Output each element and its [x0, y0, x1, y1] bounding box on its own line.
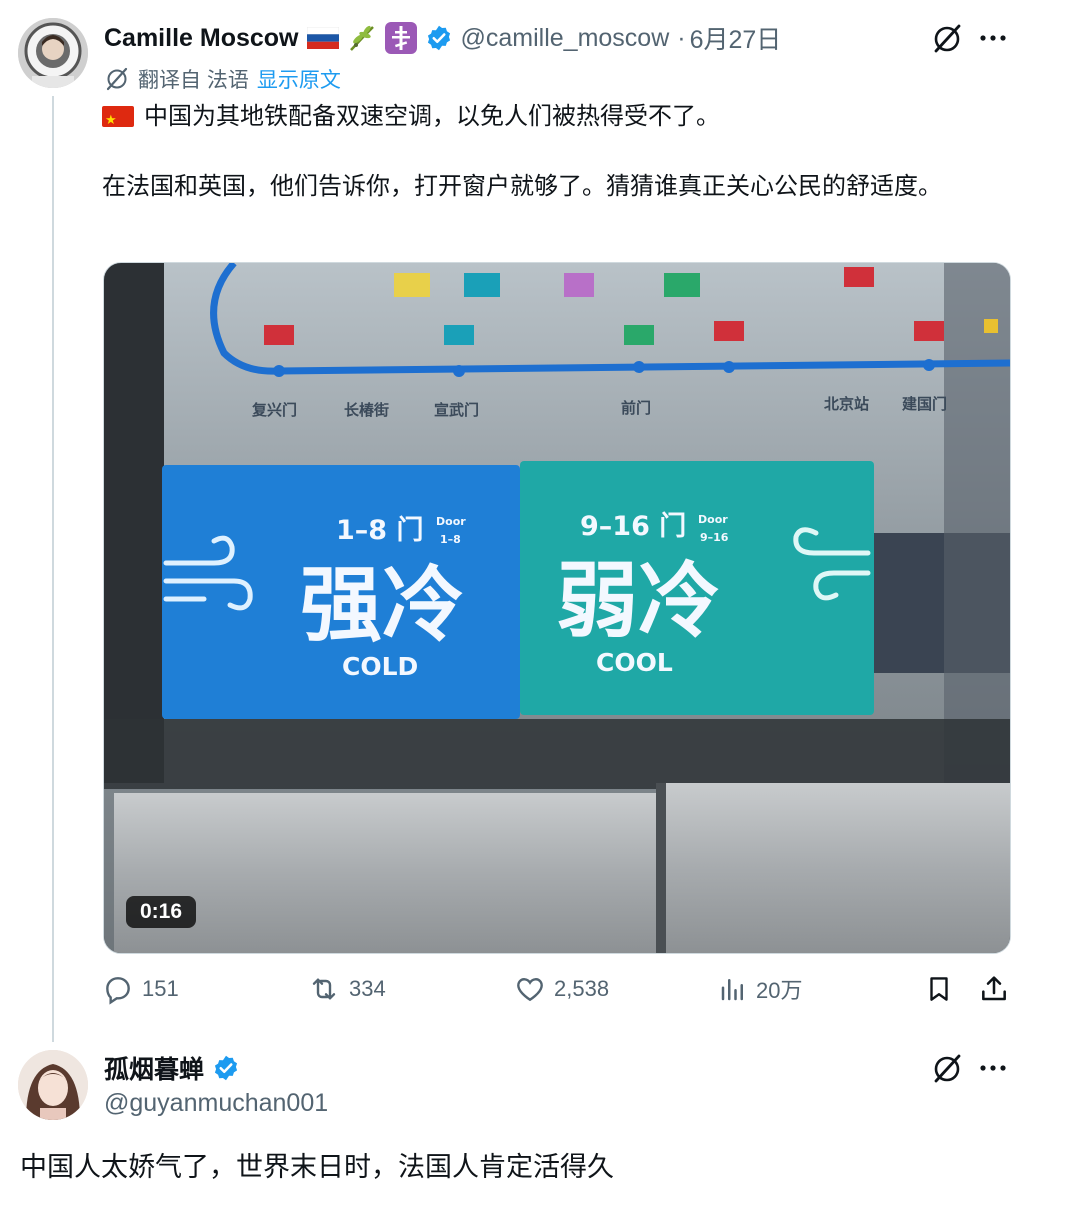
sign-right-en: COOL [596, 648, 673, 677]
station-label-7: 建国门 [902, 395, 947, 413]
reply-more-options-icon[interactable] [978, 1056, 1008, 1080]
show-original-link[interactable]: 显示原文 [257, 64, 341, 94]
reply-author-name[interactable]: 孤烟暮蝉 [104, 1050, 204, 1086]
views-button[interactable]: 20万 [718, 973, 802, 1005]
reply-avatar[interactable] [18, 1050, 88, 1120]
retweet-icon [312, 978, 336, 1000]
reply-count: 151 [142, 976, 179, 1001]
tweet-date[interactable]: 6月27日 [690, 20, 782, 56]
flag-russia-icon [306, 27, 339, 49]
retweet-button[interactable]: 334 [307, 973, 386, 1005]
reply-grok-icon[interactable] [930, 1052, 964, 1086]
reply-verified-badge-icon [212, 1054, 240, 1082]
station-label-1: 复兴门 [251, 401, 297, 419]
tweet-header: Camille Moscow @camille_moscow · 6月27日 [104, 20, 781, 56]
sign-left-doors: 1–8 门 [336, 515, 423, 546]
grok-icon[interactable] [930, 22, 964, 56]
tweet-text-line2: 在法国和英国，他们告诉你，打开窗户就够了。猜猜谁真正关心公民的舒适度。 [102, 172, 942, 200]
tweet-text-line1: 中国为其地铁配备双速空调，以免人们被热得受不了。 [144, 102, 720, 130]
video-duration: 0:16 [126, 896, 197, 928]
more-options-icon[interactable] [978, 26, 1008, 50]
video-player[interactable]: 复兴门 长椿街 宣武门 前门 北京站 建国门 1–8 门 Door 1–8 强冷… [103, 262, 1011, 954]
thread-connector-line [52, 96, 54, 1042]
like-count: 2,538 [554, 976, 610, 1001]
translate-icon [104, 66, 130, 92]
orthodox-cross-icon [384, 22, 417, 54]
sign-left-en: COLD [342, 652, 418, 681]
flag-china-icon [102, 103, 134, 139]
sign-right-door-range-en: 9–16 [700, 531, 729, 544]
view-count: 20万 [756, 978, 803, 1003]
share-icon [982, 976, 1006, 1001]
action-bar: 151 334 2,538 20万 [102, 973, 1012, 1017]
station-label-3: 宣武门 [434, 401, 479, 419]
author-handle[interactable]: @camille_moscow [461, 24, 670, 53]
bookmark-icon [930, 977, 948, 1001]
translation-notice: 翻译自 法语 显示原文 [104, 64, 341, 94]
share-button[interactable] [978, 973, 1010, 1005]
station-label-2: 长椿街 [344, 401, 389, 419]
retweet-count: 334 [349, 976, 386, 1001]
dot-separator: · [677, 23, 686, 52]
tweet-text: 中国为其地铁配备双速空调，以免人们被热得受不了。 在法国和英国，他们告诉你，打开… [102, 98, 982, 204]
avatar[interactable] [18, 18, 88, 88]
station-label-4: 前门 [621, 399, 651, 417]
sign-right-doors: 9–16 门 [580, 511, 686, 542]
sign-left-cn: 强冷 [300, 558, 464, 653]
translated-from-label: 翻译自 法语 [138, 69, 249, 92]
sign-right-door-en: Door [698, 513, 728, 526]
station-label-6: 北京站 [824, 395, 869, 413]
views-icon [721, 979, 743, 1001]
reply-button[interactable]: 151 [102, 973, 179, 1005]
sign-left-door-en: Door [436, 515, 466, 528]
bookmark-button[interactable] [924, 973, 954, 1005]
olive-branch-icon [347, 23, 377, 53]
reply-text: 中国人太娇气了，世界末日时，法国人肯定活得久 [20, 1152, 614, 1183]
video-frame: 复兴门 长椿街 宣武门 前门 北京站 建国门 1–8 门 Door 1–8 强冷… [104, 263, 1010, 953]
sign-left-door-range-en: 1–8 [440, 533, 461, 546]
heart-icon [517, 978, 543, 1002]
metal-door-right [666, 783, 1010, 953]
reply-header: 孤烟暮蝉 [104, 1050, 240, 1086]
verified-badge-icon [425, 24, 453, 52]
sign-right-cn: 弱冷 [556, 554, 720, 649]
author-name[interactable]: Camille Moscow [104, 24, 299, 53]
reply-author-handle[interactable]: @guyanmuchan001 [104, 1089, 328, 1118]
reply-icon [106, 977, 130, 1005]
metal-door-left [114, 793, 656, 953]
like-button[interactable]: 2,538 [514, 973, 609, 1005]
